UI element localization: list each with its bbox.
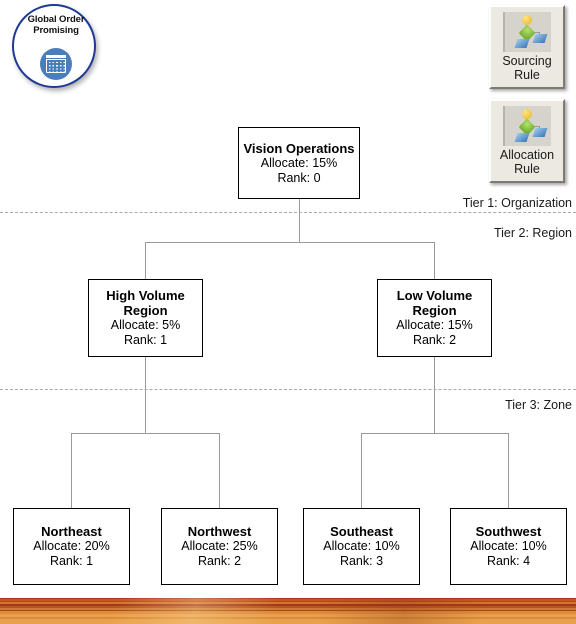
logo-title: Global Order Promising — [14, 14, 98, 36]
connector-region-bus — [145, 242, 435, 243]
node-northwest[interactable]: Northwest Allocate: 25% Rank: 2 — [161, 508, 278, 585]
node-title: Northwest — [187, 524, 252, 539]
node-rank: Rank: 0 — [277, 170, 321, 185]
node-title: Vision Operations — [243, 140, 355, 156]
allocation-rule-label-line1: Allocation — [499, 148, 555, 162]
wood-floor-band — [0, 598, 576, 624]
calendar-icon — [40, 48, 72, 80]
hierarchy-tree-icon — [503, 12, 551, 52]
allocation-rule-button[interactable]: Allocation Rule — [489, 99, 565, 183]
node-southeast[interactable]: Southeast Allocate: 10% Rank: 3 — [303, 508, 420, 585]
node-allocate: Allocate: 15% — [396, 318, 473, 332]
wood-grain-overlay — [0, 598, 576, 624]
node-allocate: Allocate: 15% — [260, 155, 338, 170]
connector-zone-bus-left — [71, 433, 219, 434]
logo-title-line2: Promising — [33, 25, 79, 36]
node-title-line2: Region — [412, 303, 457, 318]
tier-1-label: Tier 1: Organization — [462, 196, 572, 210]
sourcing-rule-label-line1: Sourcing — [502, 54, 552, 68]
connector-southeast-drop — [361, 433, 362, 508]
tier-divider-1 — [0, 212, 576, 213]
connector-northwest-drop — [219, 433, 220, 508]
node-title: Southeast — [330, 524, 393, 539]
connector-region-left-drop — [145, 242, 146, 279]
connector-southwest-drop — [508, 433, 509, 508]
connector-region-right-drop — [434, 242, 435, 279]
allocation-rule-label-line2: Rule — [514, 162, 540, 176]
sourcing-rule-label-line2: Rule — [514, 68, 540, 82]
connector-northeast-drop — [71, 433, 72, 508]
connector-root-drop — [299, 199, 300, 242]
node-low-volume-region[interactable]: Low Volume Region Allocate: 15% Rank: 2 — [377, 279, 492, 357]
global-order-promising-logo: Global Order Promising — [12, 4, 96, 88]
connector-low-volume-drop — [434, 357, 435, 433]
node-allocate: Allocate: 10% — [323, 539, 400, 553]
allocation-rule-label: Allocation Rule — [491, 148, 563, 176]
node-allocate: Allocate: 10% — [470, 539, 547, 553]
node-rank: Rank: 2 — [197, 554, 242, 568]
node-allocate: Allocate: 5% — [110, 318, 181, 332]
node-vision-operations[interactable]: Vision Operations Allocate: 15% Rank: 0 — [238, 127, 360, 199]
node-northeast[interactable]: Northeast Allocate: 20% Rank: 1 — [13, 508, 130, 585]
node-rank: Rank: 3 — [339, 554, 384, 568]
node-allocate: Allocate: 25% — [181, 539, 258, 553]
sourcing-rule-label: Sourcing Rule — [491, 54, 563, 82]
node-rank: Rank: 1 — [49, 554, 94, 568]
node-title: High Volume — [106, 288, 185, 303]
hierarchy-tree-icon — [503, 106, 551, 146]
connector-zone-bus-right — [361, 433, 508, 434]
node-title: Southwest — [475, 524, 542, 539]
tier-divider-2 — [0, 389, 576, 390]
node-title: Low Volume — [396, 288, 473, 303]
sourcing-rule-button[interactable]: Sourcing Rule — [489, 5, 565, 89]
node-rank: Rank: 2 — [412, 333, 457, 347]
node-rank: Rank: 4 — [486, 554, 531, 568]
tier-2-label: Tier 2: Region — [493, 226, 572, 240]
logo-title-line1: Global Order — [27, 14, 85, 25]
node-high-volume-region[interactable]: High Volume Region Allocate: 5% Rank: 1 — [88, 279, 203, 357]
node-title-line2: Region — [123, 303, 168, 318]
diagram-canvas: Global Order Promising Sourcing Rule All… — [0, 0, 576, 624]
connector-high-volume-drop — [145, 357, 146, 433]
node-rank: Rank: 1 — [123, 333, 168, 347]
node-allocate: Allocate: 20% — [33, 539, 110, 553]
tier-3-label: Tier 3: Zone — [505, 398, 572, 412]
node-southwest[interactable]: Southwest Allocate: 10% Rank: 4 — [450, 508, 567, 585]
node-title: Northeast — [41, 524, 102, 539]
